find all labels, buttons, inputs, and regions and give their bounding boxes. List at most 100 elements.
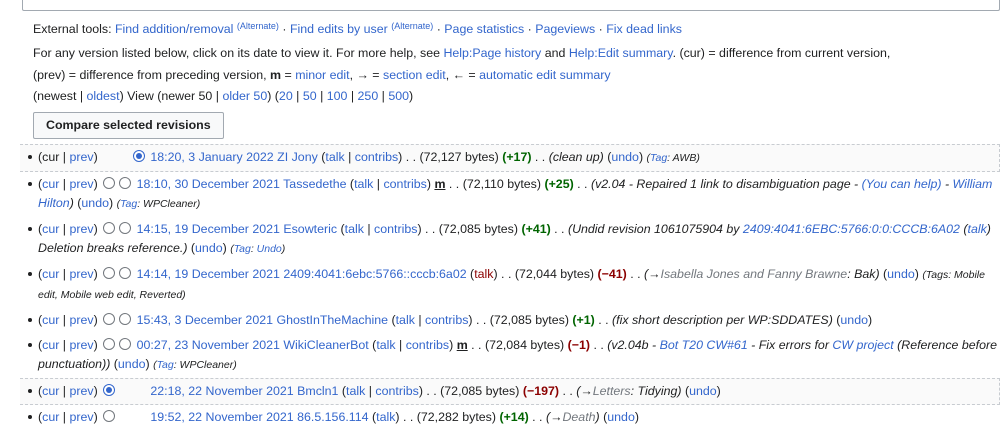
- prev-link[interactable]: prev: [69, 338, 93, 352]
- pageviews-link[interactable]: Pageviews: [535, 22, 595, 36]
- user-talk-link[interactable]: talk: [345, 222, 364, 236]
- section-edit-link[interactable]: section edit: [383, 68, 446, 82]
- revision-date-link[interactable]: 00:27, 23 November 2021: [137, 338, 280, 352]
- undo-link[interactable]: undo: [611, 150, 639, 164]
- cur-link[interactable]: cur: [42, 384, 59, 398]
- user-talk-link[interactable]: talk: [376, 410, 395, 424]
- help-edit-summary-link[interactable]: Help:Edit summary: [569, 46, 673, 60]
- user-talk-link[interactable]: talk: [346, 384, 365, 398]
- ip-user-link[interactable]: 2409:4041:6EBC:5766:0:0:CCCB:6A02: [743, 222, 960, 236]
- prev-link[interactable]: prev: [69, 150, 93, 164]
- user-link[interactable]: GhostInTheMachine: [276, 313, 388, 327]
- limit-20-link[interactable]: 20: [279, 89, 293, 103]
- undo-link[interactable]: undo: [689, 384, 717, 398]
- user-contribs-link[interactable]: contribs: [375, 384, 418, 398]
- cw-project-link[interactable]: CW project: [832, 338, 893, 352]
- radio-oldid[interactable]: [103, 177, 116, 189]
- user-contribs-link[interactable]: contribs: [374, 222, 417, 236]
- user-link[interactable]: Esowteric: [283, 222, 337, 236]
- limit-100-link[interactable]: 100: [327, 89, 348, 103]
- radio-oldid[interactable]: [103, 222, 116, 234]
- radio-diff[interactable]: [119, 177, 132, 189]
- radio-diff[interactable]: [119, 267, 132, 279]
- undo-link[interactable]: undo: [607, 410, 635, 424]
- user-contribs-link[interactable]: contribs: [383, 177, 426, 191]
- revision-date-link[interactable]: 14:15, 19 December 2021: [137, 222, 280, 236]
- page-statistics-link[interactable]: Page statistics: [444, 22, 524, 36]
- radio-diff[interactable]: [132, 150, 145, 162]
- cur-link[interactable]: cur: [42, 222, 59, 236]
- user-contribs-link[interactable]: contribs: [355, 150, 398, 164]
- revision-date-link[interactable]: 22:18, 22 November 2021: [150, 384, 293, 398]
- revision-date-link[interactable]: 15:43, 3 December 2021: [137, 313, 273, 327]
- section-link[interactable]: Isabella Jones and Fanny Brawne: [661, 267, 848, 281]
- prev-link[interactable]: prev: [69, 177, 93, 191]
- undo-link[interactable]: undo: [118, 357, 146, 371]
- section-link[interactable]: Letters: [593, 384, 631, 398]
- tag-link[interactable]: Tag: [234, 243, 251, 255]
- undo-link[interactable]: undo: [195, 241, 223, 255]
- revision-date-link[interactable]: 18:10, 30 December 2021: [137, 177, 280, 191]
- revision-date-link[interactable]: 18:20, 3 January 2022: [150, 150, 273, 164]
- user-link[interactable]: Tassedethe: [283, 177, 346, 191]
- tag-link[interactable]: Tag: [120, 198, 137, 210]
- ip-talk-link[interactable]: talk: [968, 222, 987, 236]
- user-link[interactable]: WikiCleanerBot: [283, 338, 368, 352]
- revision-date-link[interactable]: 14:14, 19 December 2021: [137, 267, 280, 281]
- user-link[interactable]: 86.5.156.114: [297, 410, 368, 424]
- revision-date-link[interactable]: 19:52, 22 November 2021: [150, 410, 293, 424]
- cur-link[interactable]: cur: [42, 338, 59, 352]
- radio-diff[interactable]: [119, 338, 132, 350]
- prev-link[interactable]: prev: [69, 222, 93, 236]
- user-link[interactable]: ZI Jony: [277, 150, 318, 164]
- user-contribs-link[interactable]: contribs: [406, 338, 449, 352]
- limit-50-link[interactable]: 50: [303, 89, 317, 103]
- bot-task-link[interactable]: Bot T20 CW#61: [660, 338, 748, 352]
- radio-oldid[interactable]: [103, 410, 116, 422]
- undo-link[interactable]: undo: [81, 196, 109, 210]
- find-edits-alternate-link[interactable]: (Alternate): [391, 21, 433, 31]
- limit-500-link[interactable]: 500: [388, 89, 409, 103]
- compare-revisions-button[interactable]: Compare selected revisions: [33, 112, 224, 139]
- user-talk-link[interactable]: talk: [396, 313, 415, 327]
- radio-diff[interactable]: [119, 222, 132, 234]
- prev-link[interactable]: prev: [69, 384, 93, 398]
- user-talk-link[interactable]: talk: [474, 267, 493, 281]
- user-talk-link[interactable]: talk: [325, 150, 344, 164]
- user-talk-link[interactable]: talk: [354, 177, 373, 191]
- radio-oldid[interactable]: [103, 313, 116, 325]
- find-addition-alternate-link[interactable]: (Alternate): [237, 21, 279, 31]
- tag-link[interactable]: Tag: [650, 152, 667, 164]
- undo-link[interactable]: undo: [840, 313, 868, 327]
- radio-oldid[interactable]: [103, 384, 116, 396]
- cur-link[interactable]: cur: [42, 267, 59, 281]
- limit-250-link[interactable]: 250: [358, 89, 379, 103]
- prev-link[interactable]: prev: [69, 267, 93, 281]
- user-link[interactable]: Bmcln1: [297, 384, 338, 398]
- minor-edit-link[interactable]: minor edit: [295, 68, 349, 82]
- you-can-help-link[interactable]: (You can help): [862, 177, 942, 191]
- prev-link[interactable]: prev: [69, 313, 93, 327]
- radio-diff[interactable]: [119, 313, 132, 325]
- cur-link[interactable]: cur: [42, 313, 59, 327]
- section-link[interactable]: Death: [562, 410, 595, 424]
- undo-link[interactable]: undo: [887, 267, 915, 281]
- radio-oldid[interactable]: [103, 338, 116, 350]
- fix-dead-links-link[interactable]: Fix dead links: [606, 22, 682, 36]
- cur-link[interactable]: cur: [42, 177, 59, 191]
- oldest-link[interactable]: oldest: [87, 89, 120, 103]
- older-50-link[interactable]: older 50: [222, 89, 267, 103]
- automatic-edit-summary-link[interactable]: automatic edit summary: [479, 68, 611, 82]
- user-link[interactable]: 2409:4041:6ebc:5766::cccb:6a02: [283, 267, 466, 281]
- tag-undo-link[interactable]: Undo: [257, 243, 282, 255]
- help-page-history-link[interactable]: Help:Page history: [443, 46, 541, 60]
- nav-text: ): [409, 89, 414, 103]
- tag-link[interactable]: Tag: [157, 359, 174, 371]
- user-contribs-link[interactable]: contribs: [425, 313, 468, 327]
- cur-link[interactable]: cur: [42, 410, 59, 424]
- user-talk-link[interactable]: talk: [376, 338, 395, 352]
- find-addition-removal-link[interactable]: Find addition/removal: [115, 22, 233, 36]
- find-edits-by-user-link[interactable]: Find edits by user: [290, 22, 388, 36]
- radio-oldid[interactable]: [103, 267, 116, 279]
- prev-link[interactable]: prev: [69, 410, 93, 424]
